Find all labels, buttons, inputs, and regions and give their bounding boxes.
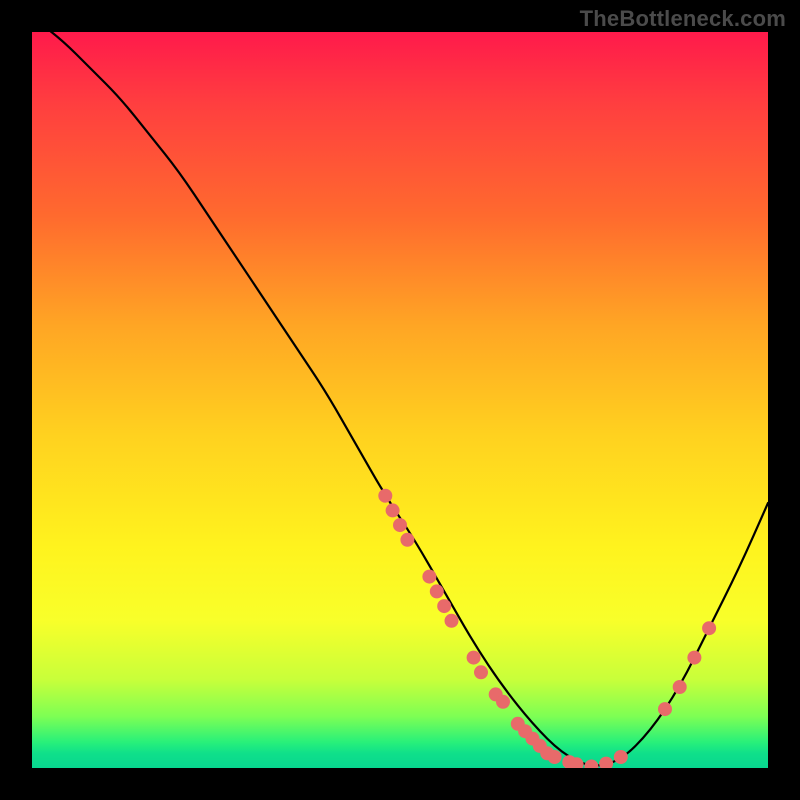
data-point (658, 702, 672, 716)
data-point (378, 489, 392, 503)
data-point (393, 518, 407, 532)
data-point (673, 680, 687, 694)
data-point (437, 599, 451, 613)
data-point (467, 651, 481, 665)
data-point (584, 760, 598, 769)
data-point (445, 614, 459, 628)
data-point (400, 533, 414, 547)
plot-area (32, 32, 768, 768)
chart-svg (32, 32, 768, 768)
data-point (430, 584, 444, 598)
data-point (614, 750, 628, 764)
data-point (702, 621, 716, 635)
data-point (422, 570, 436, 584)
data-points-group (378, 489, 716, 768)
data-point (599, 757, 613, 768)
data-point (548, 750, 562, 764)
data-point (496, 695, 510, 709)
bottleneck-curve (32, 32, 768, 766)
chart-frame: TheBottleneck.com (0, 0, 800, 800)
data-point (687, 651, 701, 665)
data-point (474, 665, 488, 679)
data-point (386, 503, 400, 517)
watermark-text: TheBottleneck.com (580, 6, 786, 32)
